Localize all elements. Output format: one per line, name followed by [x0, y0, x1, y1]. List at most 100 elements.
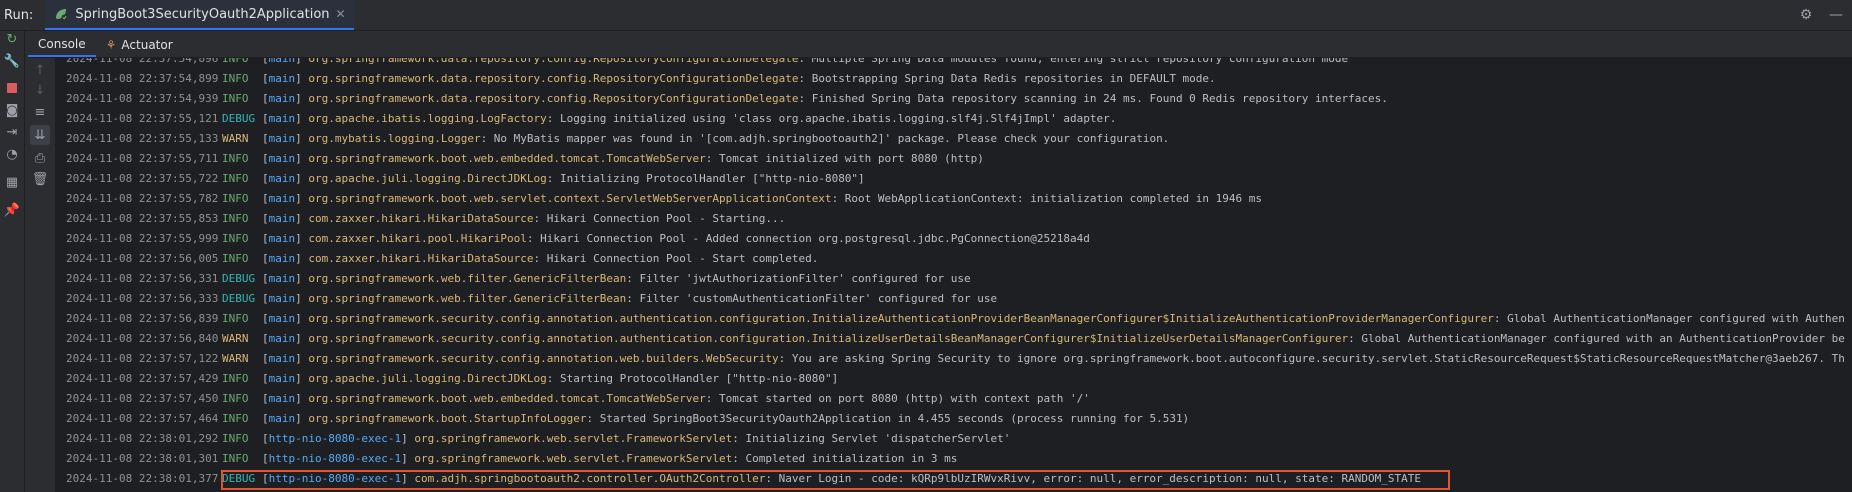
console-tabs: Console ⚘ Actuator	[28, 31, 1852, 58]
run-config-tab[interactable]: SpringBoot3SecurityOauth2Application ✕	[45, 0, 354, 30]
log-level: INFO	[222, 452, 249, 465]
log-message: : Started SpringBoot3SecurityOauth2Appli…	[586, 412, 1190, 425]
log-line: 2024-11-08 22:37:55,782 INFO [main] org.sp…	[56, 190, 1262, 207]
thread-bracket-close: ]	[295, 352, 309, 365]
log-thread: main	[268, 312, 296, 325]
log-timestamp: 2024-11-08 22:38:01,292	[66, 432, 219, 445]
log-logger: org.springframework.security.config.anno…	[308, 352, 779, 365]
log-thread: main	[268, 372, 296, 385]
pin-icon[interactable]: 📌	[4, 202, 20, 218]
camera-icon[interactable]: ◙	[4, 102, 20, 118]
log-logger: org.apache.juli.logging.DirectJDKLog	[308, 372, 547, 385]
log-thread: main	[268, 72, 296, 85]
log-message: : Multiple Spring Data modules found, en…	[798, 58, 1349, 65]
thread-bracket-open: [	[262, 272, 269, 285]
log-logger: org.springframework.boot.web.servlet.con…	[308, 192, 832, 205]
log-message: : Starting ProtocolHandler ["http-nio-80…	[546, 372, 839, 385]
thread-bracket-close: ]	[295, 92, 309, 105]
thread-bracket-close: ]	[295, 192, 309, 205]
run-controls-strip: ↻ 🔧 ◙ ⇥ ◔ ▦ 📌	[0, 31, 25, 492]
clear-icon[interactable]: 🗑	[32, 171, 49, 187]
log-logger: org.springframework.data.repository.conf…	[308, 72, 799, 85]
log-thread: main	[268, 212, 296, 225]
log-logger: org.springframework.boot.StartupInfoLogg…	[308, 412, 587, 425]
scroll-to-end-icon[interactable]: ⇊	[30, 125, 50, 145]
stop-icon[interactable]	[4, 80, 20, 96]
log-message: : Logging initialized using 'class org.a…	[546, 112, 1117, 125]
log-message: : Tomcat started on port 8080 (http) wit…	[705, 392, 1090, 405]
modify-config-icon[interactable]: 🔧	[4, 53, 20, 69]
tab-actuator[interactable]: ⚘ Actuator	[96, 32, 183, 57]
log-timestamp: 2024-11-08 22:38:01,377	[66, 472, 219, 485]
minimize-icon[interactable]: —	[1828, 7, 1844, 23]
settings-icon[interactable]: ⚙	[1798, 7, 1814, 23]
run-config-tab-label: SpringBoot3SecurityOauth2Application	[75, 6, 330, 22]
log-thread: main	[268, 192, 296, 205]
thread-bracket-open: [	[262, 192, 269, 205]
log-level: INFO	[222, 392, 249, 405]
log-line: 2024-11-08 22:37:55,853 INFO [main] com.za…	[56, 210, 785, 227]
log-message: : Filter 'customAuthenticationFilter' co…	[626, 292, 998, 305]
coverage-icon[interactable]: ◔	[4, 146, 20, 162]
log-level: INFO	[222, 212, 249, 225]
log-level: INFO	[222, 92, 249, 105]
log-thread: main	[268, 232, 296, 245]
log-timestamp: 2024-11-08 22:37:56,005	[66, 252, 219, 265]
highlight-box	[221, 470, 1450, 490]
thread-bracket-close: ]	[295, 58, 309, 65]
thread-bracket-open: [	[262, 372, 269, 385]
close-icon[interactable]: ✕	[336, 7, 346, 21]
log-thread: main	[268, 352, 296, 365]
log-line: 2024-11-08 22:37:55,999 INFO [main] com.za…	[56, 230, 1090, 247]
thread-bracket-open: [	[262, 252, 269, 265]
exit-icon[interactable]: ⇥	[4, 124, 20, 140]
tab-console-label: Console	[38, 36, 86, 51]
thread-bracket-close: ]	[295, 372, 309, 385]
layout-icon[interactable]: ▦	[4, 174, 20, 190]
thread-bracket-close: ]	[295, 132, 309, 145]
log-level: INFO	[222, 58, 249, 65]
thread-bracket-open: [	[262, 292, 269, 305]
thread-bracket-open: [	[262, 312, 269, 325]
log-thread: http-nio-8080-exec-1	[268, 432, 402, 445]
rerun-icon[interactable]: ↻	[4, 31, 20, 47]
log-message: : Hikari Connection Pool - Added connect…	[526, 232, 1090, 245]
thread-bracket-close: ]	[401, 432, 415, 445]
log-timestamp: 2024-11-08 22:37:56,840	[66, 332, 219, 345]
tab-console[interactable]: Console	[28, 32, 96, 57]
scroll-up-icon[interactable]: ↑	[32, 62, 48, 78]
soft-wrap-icon[interactable]: ≡	[32, 104, 48, 120]
thread-bracket-open: [	[262, 432, 269, 445]
log-line: 2024-11-08 22:37:57,429 INFO [main] org.ap…	[56, 370, 838, 387]
log-line: 2024-11-08 22:37:57,122 WARN [main] org.sp…	[56, 350, 1845, 367]
thread-bracket-open: [	[262, 392, 269, 405]
log-message: : You are asking Spring Security to igno…	[778, 352, 1845, 365]
spring-boot-icon	[56, 9, 68, 21]
print-icon[interactable]: ⎙	[32, 150, 48, 166]
actuator-icon: ⚘	[105, 37, 117, 52]
run-toolbar: Run: SpringBoot3SecurityOauth2Applicatio…	[0, 0, 1852, 31]
log-thread: main	[268, 332, 296, 345]
log-logger: org.springframework.web.filter.GenericFi…	[308, 292, 627, 305]
log-logger: org.springframework.web.servlet.Framewor…	[414, 432, 733, 445]
log-message: : Global AuthenticationManager configure…	[1348, 332, 1845, 345]
log-line: 2024-11-08 22:37:55,722 INFO [main] org.ap…	[56, 170, 865, 187]
log-line: 2024-11-08 22:37:54,899 INFO [main] org.sp…	[56, 70, 1216, 87]
log-level: WARN	[222, 352, 249, 365]
thread-bracket-close: ]	[295, 232, 309, 245]
thread-bracket-open: [	[262, 58, 269, 65]
scroll-down-icon[interactable]: ↓	[32, 82, 48, 98]
log-timestamp: 2024-11-08 22:37:55,722	[66, 172, 219, 185]
thread-bracket-close: ]	[401, 452, 415, 465]
thread-bracket-open: [	[262, 72, 269, 85]
thread-bracket-open: [	[262, 172, 269, 185]
log-thread: main	[268, 272, 296, 285]
console-output[interactable]: 2024-11-08 22:37:54,896 INFO [main] org.sp…	[56, 58, 1852, 492]
log-timestamp: 2024-11-08 22:37:55,121	[66, 112, 219, 125]
thread-bracket-close: ]	[295, 412, 309, 425]
thread-bracket-close: ]	[295, 272, 309, 285]
run-label: Run:	[4, 7, 34, 23]
log-timestamp: 2024-11-08 22:37:55,999	[66, 232, 219, 245]
log-thread: main	[268, 392, 296, 405]
log-line: 2024-11-08 22:37:55,133 WARN [main] org.my…	[56, 130, 1169, 147]
